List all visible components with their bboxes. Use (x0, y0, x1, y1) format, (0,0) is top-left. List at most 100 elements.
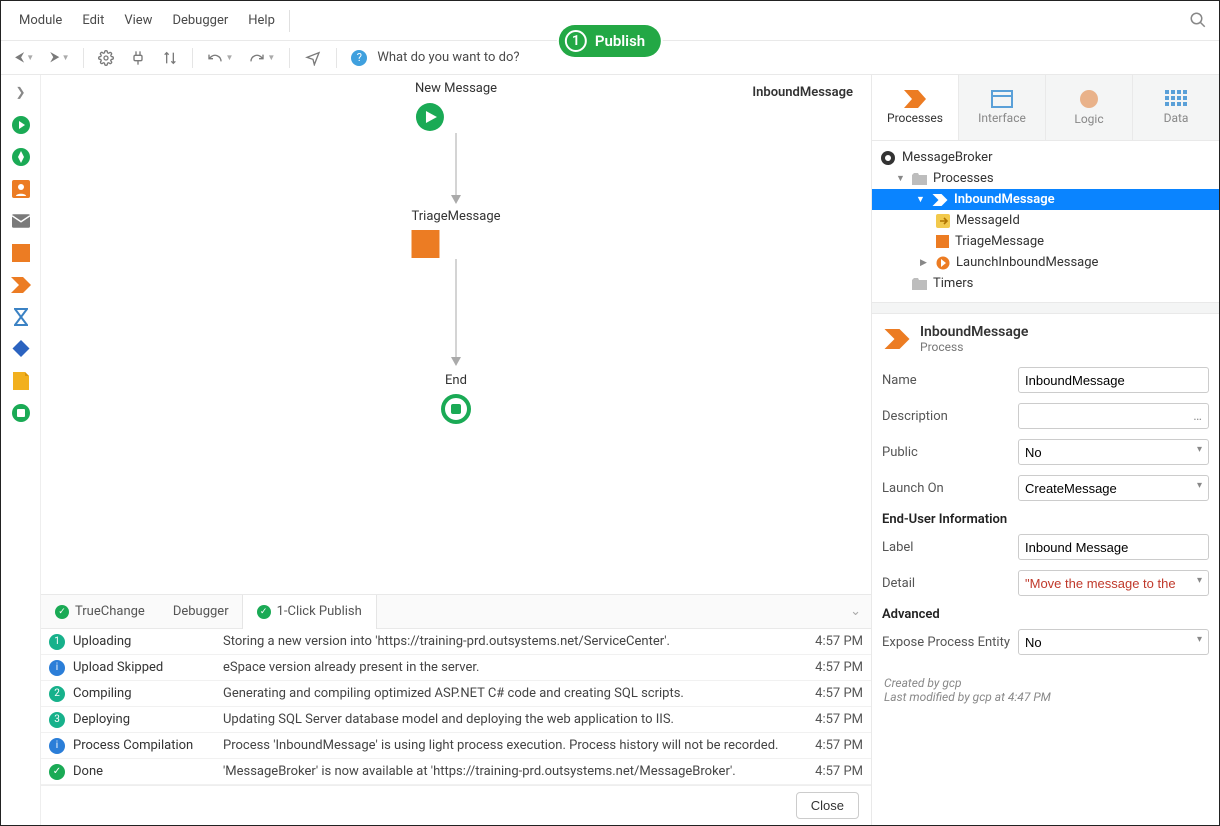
plug-icon[interactable] (124, 46, 152, 70)
section-advanced: Advanced (882, 601, 1209, 624)
menu-module[interactable]: Module (9, 5, 72, 36)
activity-icon (936, 235, 949, 248)
tree-processes-label: Processes (933, 171, 994, 186)
tree-inbound-message[interactable]: ▼ InboundMessage (872, 189, 1219, 210)
prop-expose-select[interactable]: No (1018, 629, 1209, 655)
node-end[interactable]: End (441, 373, 471, 424)
palette-expand-icon[interactable]: ❯ (11, 81, 29, 103)
data-icon (1165, 90, 1187, 108)
checkmark-icon (257, 605, 271, 619)
folder-icon (912, 173, 927, 185)
tab-truechange[interactable]: TrueChange (41, 595, 159, 629)
nav-forward-button[interactable]: ⮞▼ (44, 46, 75, 69)
tab-truechange-label: TrueChange (75, 604, 145, 619)
search-icon[interactable] (1189, 11, 1207, 29)
log-step: Compiling (73, 686, 223, 701)
close-button[interactable]: Close (796, 792, 859, 819)
palette-decision-icon[interactable] (11, 339, 31, 359)
log-row: 1UploadingStoring a new version into 'ht… (41, 629, 871, 655)
tab-publish[interactable]: 1-Click Publish (242, 595, 377, 629)
tab-debugger[interactable]: Debugger (159, 595, 243, 629)
tab-logic-label: Logic (1074, 112, 1103, 126)
processes-icon (904, 90, 926, 108)
log-time: 4:57 PM (803, 634, 863, 649)
arrow-head-icon (451, 195, 461, 204)
prop-detail-select[interactable]: "Move the message to the (1018, 570, 1209, 596)
log-time: 4:57 PM (803, 712, 863, 727)
redo-button[interactable]: ▼ (243, 46, 281, 70)
palette-start-icon[interactable] (11, 115, 31, 135)
tree-launch-inbound[interactable]: ▶ LaunchInboundMessage (872, 252, 1219, 273)
separator (336, 48, 337, 68)
flow-arrow (456, 259, 457, 357)
tab-publish-label: 1-Click Publish (277, 604, 362, 619)
log-badge-icon: i (49, 738, 65, 754)
publish-button[interactable]: 1 Publish (559, 25, 661, 57)
log-message: Updating SQL Server database model and d… (223, 712, 803, 727)
tab-data[interactable]: Data (1132, 75, 1219, 140)
layer-tabs: Processes Interface Logic Data (872, 75, 1219, 141)
prop-label-input[interactable] (1018, 534, 1209, 560)
collapse-panel-icon[interactable]: ⌄ (850, 604, 861, 619)
log-row: 3DeployingUpdating SQL Server database m… (41, 707, 871, 733)
log-time: 4:57 PM (803, 686, 863, 701)
nav-back-button[interactable]: ⮜▼ (9, 46, 40, 69)
tree-triage-message[interactable]: TriageMessage (872, 231, 1219, 252)
compare-merge-icon[interactable] (156, 46, 184, 70)
log-message: eSpace version already present in the se… (223, 660, 803, 675)
module-icon (880, 150, 896, 166)
palette-activity-icon[interactable] (11, 243, 31, 263)
tree-message-id[interactable]: MessageId (872, 210, 1219, 231)
tool-palette: ❯ (1, 75, 41, 825)
prop-public-select[interactable]: No (1018, 439, 1209, 465)
prop-launch-on: Launch On CreateMessage (882, 470, 1209, 506)
palette-process-icon[interactable] (11, 275, 31, 295)
tab-debugger-label: Debugger (173, 604, 229, 619)
menu-debugger[interactable]: Debugger (162, 5, 238, 36)
properties-list: Name Description … Public No Launch On C… (872, 358, 1219, 668)
action-icon (936, 256, 950, 270)
help-hint[interactable]: ? What do you want to do? (345, 46, 525, 70)
right-panel: Processes Interface Logic Data (871, 75, 1219, 825)
tree-timers-folder[interactable]: Timers (872, 273, 1219, 294)
palette-human-activity-icon[interactable] (11, 179, 31, 199)
tab-logic[interactable]: Logic (1045, 75, 1132, 140)
palette-end-icon[interactable] (11, 403, 31, 423)
tab-interface[interactable]: Interface (958, 75, 1045, 140)
menu-help[interactable]: Help (238, 5, 285, 36)
palette-wait-icon[interactable] (11, 307, 31, 327)
log-badge-icon: 3 (49, 712, 65, 728)
menu-edit[interactable]: Edit (72, 5, 114, 36)
prop-name-input[interactable] (1018, 367, 1209, 393)
output-panel: TrueChange Debugger 1-Click Publish ⌄ 1U… (41, 594, 871, 825)
palette-conditional-start-icon[interactable] (11, 147, 31, 167)
tree-module[interactable]: MessageBroker (872, 147, 1219, 168)
palette-comment-icon[interactable] (11, 371, 31, 391)
tab-processes[interactable]: Processes (872, 75, 958, 140)
properties-header: InboundMessage Process (872, 314, 1219, 358)
publish-step-number: 1 (565, 30, 587, 52)
tree-launch-label: LaunchInboundMessage (956, 255, 1098, 270)
interface-icon (991, 90, 1013, 108)
prop-launch-on-select[interactable]: CreateMessage (1018, 475, 1209, 501)
prop-description-input[interactable]: … (1018, 403, 1209, 429)
separator (289, 10, 290, 32)
feedback-icon[interactable] (298, 46, 328, 70)
undo-button[interactable]: ▼ (201, 46, 239, 70)
settings-icon[interactable] (92, 46, 120, 70)
prop-description-label: Description (882, 409, 1010, 424)
process-canvas[interactable]: InboundMessage New Message TriageMessage (41, 75, 871, 594)
node-activity[interactable]: TriageMessage (411, 209, 500, 258)
separator (872, 302, 1219, 314)
process-icon (932, 194, 948, 206)
palette-email-icon[interactable] (11, 211, 31, 231)
separator (192, 48, 193, 68)
menu-view[interactable]: View (114, 5, 162, 36)
prop-expose-label: Expose Process Entity (882, 635, 1010, 650)
caret-down-icon: ▼ (896, 173, 906, 184)
node-start[interactable]: New Message (415, 81, 497, 132)
arrow-head-icon (451, 357, 461, 366)
tree-processes-folder[interactable]: ▼ Processes (872, 168, 1219, 189)
caret-right-icon: ▶ (920, 258, 930, 268)
log-step: Upload Skipped (73, 660, 223, 675)
